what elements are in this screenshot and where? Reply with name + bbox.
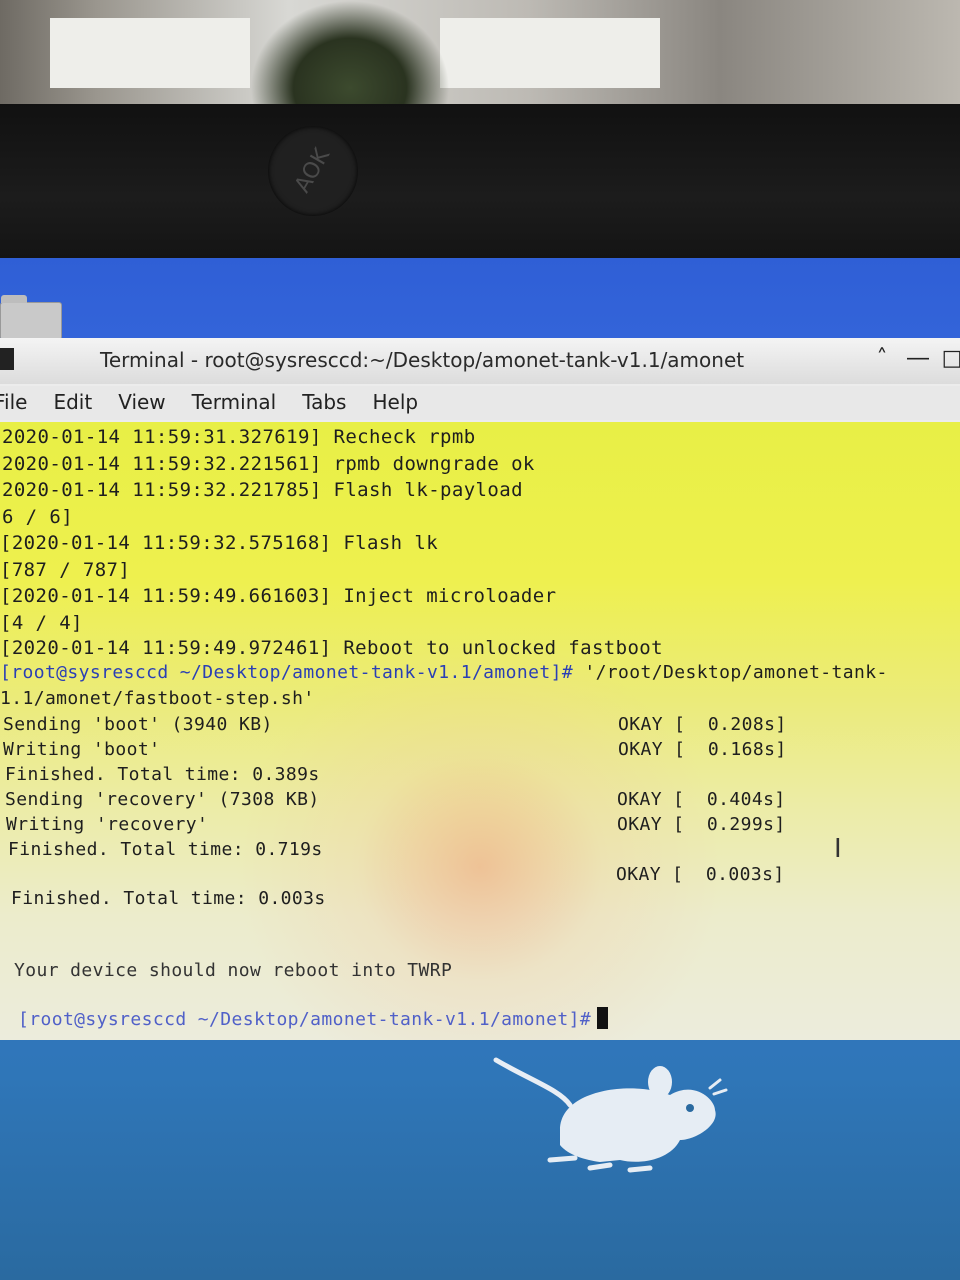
fastboot-line: Sending 'recovery' (7308 KB): [5, 789, 320, 810]
fastboot-line: Finished. Total time: 0.719s: [8, 839, 323, 860]
okay-status: OKAY [ 0.208s]: [618, 714, 787, 735]
output-line: 2020-01-14 11:59:32.221785] Flash lk-pay…: [2, 479, 523, 501]
output-line: [4 / 4]: [0, 612, 83, 634]
window-title: Terminal - root@sysresccd:~/Desktop/amon…: [100, 348, 745, 372]
ibeam-cursor-icon: I: [834, 834, 842, 864]
monitor-bezel: [0, 104, 960, 260]
menu-terminal[interactable]: Terminal: [192, 386, 289, 420]
minimize-icon[interactable]: ―: [904, 346, 932, 371]
fastboot-line: Finished. Total time: 0.389s: [5, 764, 320, 785]
shell-prompt: [root@sysresccd ~/Desktop/amonet-tank-v1…: [18, 1009, 592, 1030]
output-line: [2020-01-14 11:59:49.661603] Inject micr…: [0, 585, 557, 607]
window-light-right: [440, 18, 660, 88]
fastboot-line: Sending 'boot' (3940 KB): [3, 714, 273, 735]
menu-edit[interactable]: Edit: [53, 386, 104, 420]
plant: [250, 0, 450, 110]
okay-status: OKAY [ 0.003s]: [616, 864, 785, 885]
menu-tabs[interactable]: Tabs: [302, 386, 358, 420]
prompt-line: [root@sysresccd ~/Desktop/amonet-tank-v1…: [18, 1007, 609, 1030]
command-continuation: 1.1/amonet/fastboot-step.sh': [0, 688, 315, 709]
menu-view[interactable]: View: [118, 386, 177, 420]
reboot-message: Your device should now reboot into TWRP: [14, 960, 453, 981]
terminal-output[interactable]: 2020-01-14 11:59:31.327619] Recheck rpmb…: [0, 422, 960, 1040]
folder-icon[interactable]: [0, 295, 62, 340]
title-bar[interactable]: Terminal - root@sysresccd:~/Desktop/amon…: [0, 338, 960, 384]
xfce-mouse-icon: [493, 1057, 728, 1173]
chevron-up-icon[interactable]: ˄: [868, 346, 896, 371]
command-line: [root@sysresccd ~/Desktop/amonet-tank-v1…: [0, 662, 888, 683]
output-line: [2020-01-14 11:59:32.575168] Flash lk: [0, 532, 439, 554]
shell-prompt: [root@sysresccd ~/Desktop/amonet-tank-v1…: [0, 662, 574, 683]
fastboot-line: Finished. Total time: 0.003s: [11, 888, 326, 909]
terminal-app-icon[interactable]: [0, 348, 14, 370]
fastboot-line: Writing 'boot': [3, 739, 161, 760]
menu-file[interactable]: File: [0, 386, 39, 420]
text-cursor: [597, 1007, 609, 1029]
background-room: [0, 0, 960, 110]
output-line: 6 / 6]: [2, 506, 74, 528]
menu-bar: File Edit View Terminal Tabs Help: [0, 386, 960, 420]
output-line: 2020-01-14 11:59:31.327619] Recheck rpmb: [2, 426, 476, 448]
window-light-left: [50, 18, 250, 88]
maximize-icon[interactable]: □: [938, 346, 960, 371]
output-line: 2020-01-14 11:59:32.221561] rpmb downgra…: [2, 453, 535, 475]
output-line: [2020-01-14 11:59:49.972461] Reboot to u…: [0, 637, 663, 659]
okay-status: OKAY [ 0.168s]: [618, 739, 787, 760]
terminal-window: Terminal - root@sysresccd:~/Desktop/amon…: [0, 338, 960, 1040]
okay-status: OKAY [ 0.404s]: [617, 789, 786, 810]
command-text: '/root/Desktop/amonet-tank-: [573, 662, 888, 683]
okay-status: OKAY [ 0.299s]: [617, 814, 786, 835]
output-line: [787 / 787]: [0, 559, 131, 581]
menu-help[interactable]: Help: [372, 386, 430, 420]
fastboot-line: Writing 'recovery': [6, 814, 209, 835]
